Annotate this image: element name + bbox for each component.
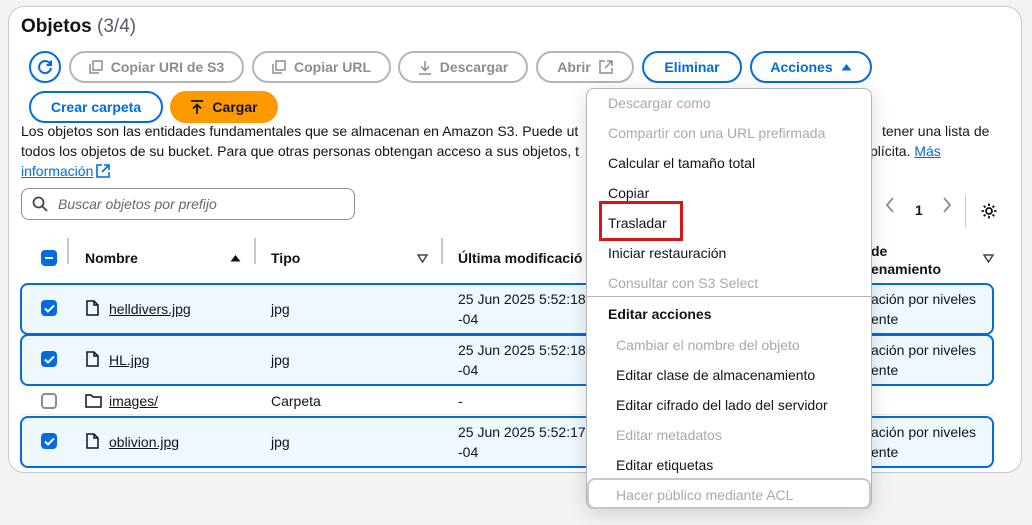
object-modified: 25 Jun 2025 5:52:17 -04 (458, 424, 586, 460)
row-checkbox[interactable] (41, 393, 57, 409)
menu-item-download-as[interactable]: Descargar como (608, 95, 711, 111)
row-checkbox[interactable] (41, 433, 57, 449)
column-header-name[interactable]: Nombre (85, 236, 138, 280)
object-modified: 25 Jun 2025 5:52:18 -04 (458, 342, 586, 378)
description: Los objetos son las entidades fundamenta… (21, 123, 580, 181)
object-name-link[interactable]: images/ (109, 391, 158, 411)
column-header-type[interactable]: Tipo (271, 236, 300, 280)
object-name-link[interactable]: oblivion.jpg (109, 432, 179, 452)
search-icon (32, 196, 48, 212)
object-type: jpg (271, 352, 290, 368)
sort-ascending-icon[interactable] (230, 236, 241, 280)
column-divider (67, 238, 69, 264)
download-icon (418, 60, 431, 75)
file-icon (86, 433, 99, 449)
highlight-box (599, 201, 683, 241)
object-type: jpg (271, 434, 290, 450)
more-info-link[interactable]: información (21, 161, 93, 181)
object-storage-class: ación por niveles ente (871, 291, 977, 327)
copy-icon (272, 60, 286, 74)
object-storage-class: ación por niveles ente (871, 424, 977, 460)
column-divider (254, 238, 256, 264)
object-count: (3/4) (97, 16, 137, 37)
row-checkbox[interactable] (41, 351, 57, 367)
copy-url-button[interactable]: Copiar URL (252, 51, 391, 83)
actions-dropdown-menu: Descargar como Compartir con una URL pre… (586, 88, 872, 509)
prev-page-button[interactable] (885, 197, 895, 213)
menu-item-edit-tags[interactable]: Editar etiquetas (616, 457, 713, 473)
object-storage-class: ación por niveles ente (871, 342, 977, 378)
menu-group-edit-actions: Editar acciones (608, 306, 712, 322)
object-name-link[interactable]: HL.jpg (109, 350, 149, 370)
download-button[interactable]: Descargar (398, 51, 528, 83)
caret-up-icon (841, 64, 852, 71)
description-tail-2: plícita. Más (870, 143, 941, 159)
row-checkbox[interactable] (41, 300, 57, 316)
menu-item-rename-object[interactable]: Cambiar el nombre del objeto (616, 337, 800, 353)
settings-button[interactable] (980, 202, 998, 220)
menu-item-copy[interactable]: Copiar (608, 185, 649, 201)
folder-icon (85, 394, 102, 408)
gear-icon (981, 203, 997, 219)
search-input[interactable]: Buscar objetos por prefijo (21, 188, 355, 220)
column-divider (441, 238, 443, 264)
sort-icon[interactable] (983, 236, 994, 280)
more-info-link-start[interactable]: Más (914, 143, 940, 159)
check-icon (43, 437, 55, 446)
menu-item-initiate-restore[interactable]: Iniciar restauración (608, 245, 726, 261)
menu-item-make-public-acl[interactable]: Hacer público mediante ACL (616, 487, 793, 503)
create-folder-button[interactable]: Crear carpeta (29, 91, 163, 123)
object-modified: - (458, 393, 463, 409)
upload-button[interactable]: Cargar (170, 91, 278, 123)
file-icon (86, 300, 99, 316)
menu-item-query-s3-select[interactable]: Consultar con S3 Select (608, 275, 758, 291)
chevron-right-icon (943, 197, 952, 213)
copy-s3-uri-button[interactable]: Copiar URI de S3 (69, 51, 244, 83)
copy-icon (88, 60, 103, 74)
delete-button[interactable]: Eliminar (642, 51, 742, 83)
menu-item-calculate-total-size[interactable]: Calcular el tamaño total (608, 155, 755, 171)
open-button[interactable]: Abrir (536, 51, 634, 83)
check-icon (43, 304, 55, 313)
column-header-modified[interactable]: Última modificació (458, 236, 582, 280)
object-type: jpg (271, 301, 290, 317)
object-type: Carpeta (271, 393, 321, 409)
sort-icon[interactable] (417, 236, 428, 280)
object-modified: 25 Jun 2025 5:52:18 -04 (458, 291, 586, 327)
menu-item-edit-server-side-encryption[interactable]: Editar cifrado del lado del servidor (616, 397, 828, 413)
check-icon (43, 355, 55, 364)
column-header-storage[interactable]: de enamiento (871, 240, 941, 280)
actions-button[interactable]: Acciones (750, 51, 872, 83)
menu-item-share-presigned-url[interactable]: Compartir con una URL prefirmada (608, 125, 825, 141)
menu-item-edit-metadata[interactable]: Editar metadatos (616, 427, 722, 443)
description-tail-1: tener una lista de (882, 123, 990, 139)
page-title: Objetos (3/4) (21, 16, 137, 37)
minus-icon (45, 257, 53, 259)
refresh-button[interactable] (29, 51, 61, 83)
refresh-icon (38, 60, 52, 75)
chevron-left-icon (885, 197, 894, 213)
external-link-icon (598, 60, 613, 74)
select-all-checkbox[interactable] (41, 250, 57, 266)
page-number[interactable]: 1 (915, 202, 923, 218)
pager-divider (965, 195, 966, 227)
upload-icon (191, 99, 204, 114)
next-page-button[interactable] (942, 197, 952, 213)
external-link-icon (96, 164, 111, 178)
menu-divider (587, 296, 871, 297)
menu-item-edit-storage-class[interactable]: Editar clase de almacenamiento (616, 367, 815, 383)
object-name-link[interactable]: helldivers.jpg (109, 299, 191, 319)
file-icon (86, 351, 99, 367)
